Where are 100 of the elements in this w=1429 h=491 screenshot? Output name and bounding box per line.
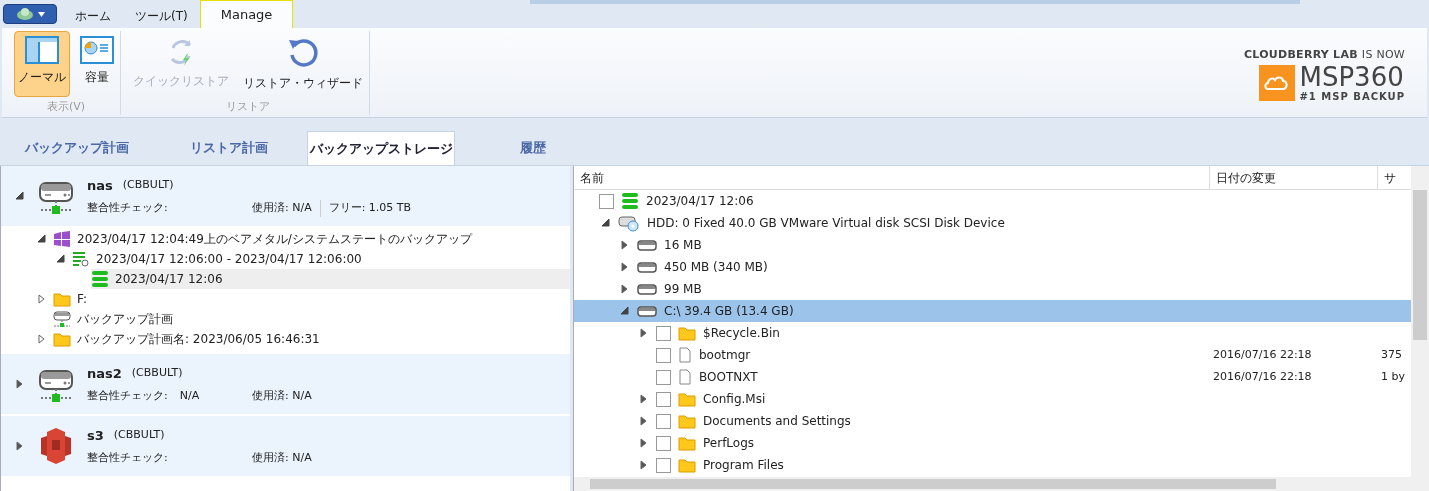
account-owner: (CBBULT) xyxy=(113,427,165,443)
size-cell: 375 xyxy=(1381,347,1402,361)
integrity-label: 整合性チェック: xyxy=(87,200,168,216)
checkbox[interactable] xyxy=(656,325,671,341)
expand-arrow-icon[interactable] xyxy=(620,240,630,250)
group-label: 表示(V) xyxy=(46,99,86,115)
expand-arrow-icon[interactable] xyxy=(639,460,649,470)
expand-arrow-icon[interactable] xyxy=(639,416,649,426)
disk-drive-icon xyxy=(618,214,640,232)
integrity-label: 整合性チェック: xyxy=(87,388,168,404)
ribbon-button[interactable]: 容量 xyxy=(76,31,118,97)
checkbox[interactable] xyxy=(656,435,671,451)
group-label: リストア xyxy=(226,99,270,115)
column-header[interactable]: 名前 xyxy=(574,165,1209,190)
ribbon-button[interactable]: リストア・ウィザード xyxy=(239,31,367,97)
logo-tagline: #1 MSP BACKUP xyxy=(1299,91,1405,102)
folder-icon xyxy=(678,457,696,473)
tree-item[interactable]: 2023/04/17 12:06 xyxy=(91,269,570,289)
tree-item[interactable]: 2023/04/17 12:06:00 - 2023/04/17 12:06:00 xyxy=(72,249,372,269)
expand-arrow-icon[interactable] xyxy=(37,294,47,304)
checkbox[interactable] xyxy=(656,457,671,473)
file-name: 16 MB xyxy=(664,237,702,254)
expand-arrow-icon[interactable] xyxy=(639,438,649,448)
app-menu-button[interactable] xyxy=(3,4,57,24)
logo-text: IS NOW xyxy=(1361,47,1405,63)
folder-icon xyxy=(53,291,71,307)
app-logo-icon xyxy=(15,7,34,21)
restore-icon xyxy=(286,36,320,70)
expand-arrow-icon[interactable] xyxy=(639,394,649,404)
folder-icon xyxy=(678,413,696,429)
checkbox[interactable] xyxy=(599,193,614,209)
column-header[interactable]: 日付の変更 xyxy=(1209,165,1377,190)
collapse-arrow-icon[interactable] xyxy=(56,254,66,264)
integrity-value: N/A xyxy=(179,388,200,404)
ribbon-tab[interactable]: ツール(T) xyxy=(123,4,200,28)
file-name: bootmgr xyxy=(699,347,751,364)
size-cell: 1 by xyxy=(1381,369,1405,383)
collapse-arrow-icon[interactable] xyxy=(620,306,630,316)
file-row[interactable]: Documents and Settings xyxy=(574,410,1411,432)
file-name: 99 MB xyxy=(664,281,702,298)
file-row[interactable]: PerfLogs xyxy=(574,432,1411,454)
file-row[interactable]: 450 MB (340 MB) xyxy=(574,256,1411,278)
restore-point-icon xyxy=(621,192,639,210)
expand-arrow-icon[interactable] xyxy=(15,379,25,389)
tree-item[interactable]: バックアップ計画 xyxy=(53,309,183,329)
file-name: C:\ 39.4 GB (13.4 GB) xyxy=(664,303,794,320)
folder-icon xyxy=(53,331,71,347)
collapse-arrow-icon[interactable] xyxy=(601,218,611,228)
collapse-arrow-icon[interactable] xyxy=(37,234,47,244)
used-space: 使用済: N/A xyxy=(252,450,313,466)
file-name: HDD: 0 Fixed 40.0 GB VMware Virtual disk SCSI Disk Device xyxy=(647,215,1005,232)
document-icon xyxy=(678,347,692,363)
account-name: nas2 xyxy=(87,364,122,383)
integrity-label: 整合性チェック: xyxy=(87,450,168,466)
file-row[interactable]: C:\ 39.4 GB (13.4 GB) xyxy=(574,300,1411,322)
expand-arrow-icon[interactable] xyxy=(15,441,25,451)
expand-arrow-icon[interactable] xyxy=(620,262,630,272)
list-link-icon xyxy=(72,250,90,268)
drive-icon xyxy=(637,305,657,317)
ribbon-tab[interactable]: Manage xyxy=(199,0,294,28)
file-row[interactable]: 2023/04/17 12:06 xyxy=(574,190,1411,212)
file-row[interactable]: BOOTNXT 2016/07/16 22:18 1 by xyxy=(574,366,1411,388)
checkbox[interactable] xyxy=(656,413,671,429)
small-drive-icon xyxy=(53,310,71,328)
main-tab[interactable]: バックアップストレージ xyxy=(307,131,455,165)
tree-item[interactable]: バックアップ計画名: 2023/06/05 16:46:31 xyxy=(53,329,330,349)
checkbox[interactable] xyxy=(656,369,671,385)
main-tab[interactable]: 履歴 xyxy=(459,131,607,165)
file-name: BOOTNXT xyxy=(699,369,758,386)
drive-icon xyxy=(637,261,657,273)
drive-icon xyxy=(637,283,657,295)
file-row[interactable]: 99 MB xyxy=(574,278,1411,300)
file-name: PerfLogs xyxy=(703,435,755,452)
file-row[interactable]: bootmgr 2016/07/16 22:18 375 xyxy=(574,344,1411,366)
collapse-arrow-icon[interactable] xyxy=(15,191,25,201)
file-row[interactable]: HDD: 0 Fixed 40.0 GB VMware Virtual disk SCSI Disk Device xyxy=(574,212,1411,234)
tree-item[interactable]: 2023/04/17 12:04:49上のベアメタル/システムステートのバックアップ xyxy=(53,229,482,249)
file-name: Documents and Settings xyxy=(703,413,851,430)
checkbox[interactable] xyxy=(656,347,671,363)
file-row[interactable]: Config.Msi xyxy=(574,388,1411,410)
layout-icon xyxy=(25,36,59,64)
free-space: フリー: 1.05 TB xyxy=(319,200,412,217)
account-name: s3 xyxy=(87,426,104,445)
logo-name: MSP360 xyxy=(1299,63,1405,90)
file-row[interactable]: $Recycle.Bin xyxy=(574,322,1411,344)
file-name: Config.Msi xyxy=(703,391,766,408)
tree-item[interactable]: F: xyxy=(53,289,97,309)
horizontal-scrollbar[interactable] xyxy=(574,477,1411,491)
expand-arrow-icon[interactable] xyxy=(639,328,649,338)
caret-icon xyxy=(37,11,45,17)
expand-arrow-icon[interactable] xyxy=(37,334,47,344)
main-tab[interactable]: バックアップ計画 xyxy=(3,131,151,165)
ribbon-tab[interactable]: ホーム xyxy=(63,4,123,28)
checkbox[interactable] xyxy=(656,391,671,407)
file-row[interactable]: 16 MB xyxy=(574,234,1411,256)
file-row[interactable]: Program Files xyxy=(574,454,1411,476)
main-tab[interactable]: リストア計画 xyxy=(155,131,303,165)
ribbon-button[interactable]: ノーマル xyxy=(14,31,70,97)
vertical-scrollbar[interactable] xyxy=(1411,166,1429,491)
expand-arrow-icon[interactable] xyxy=(620,284,630,294)
